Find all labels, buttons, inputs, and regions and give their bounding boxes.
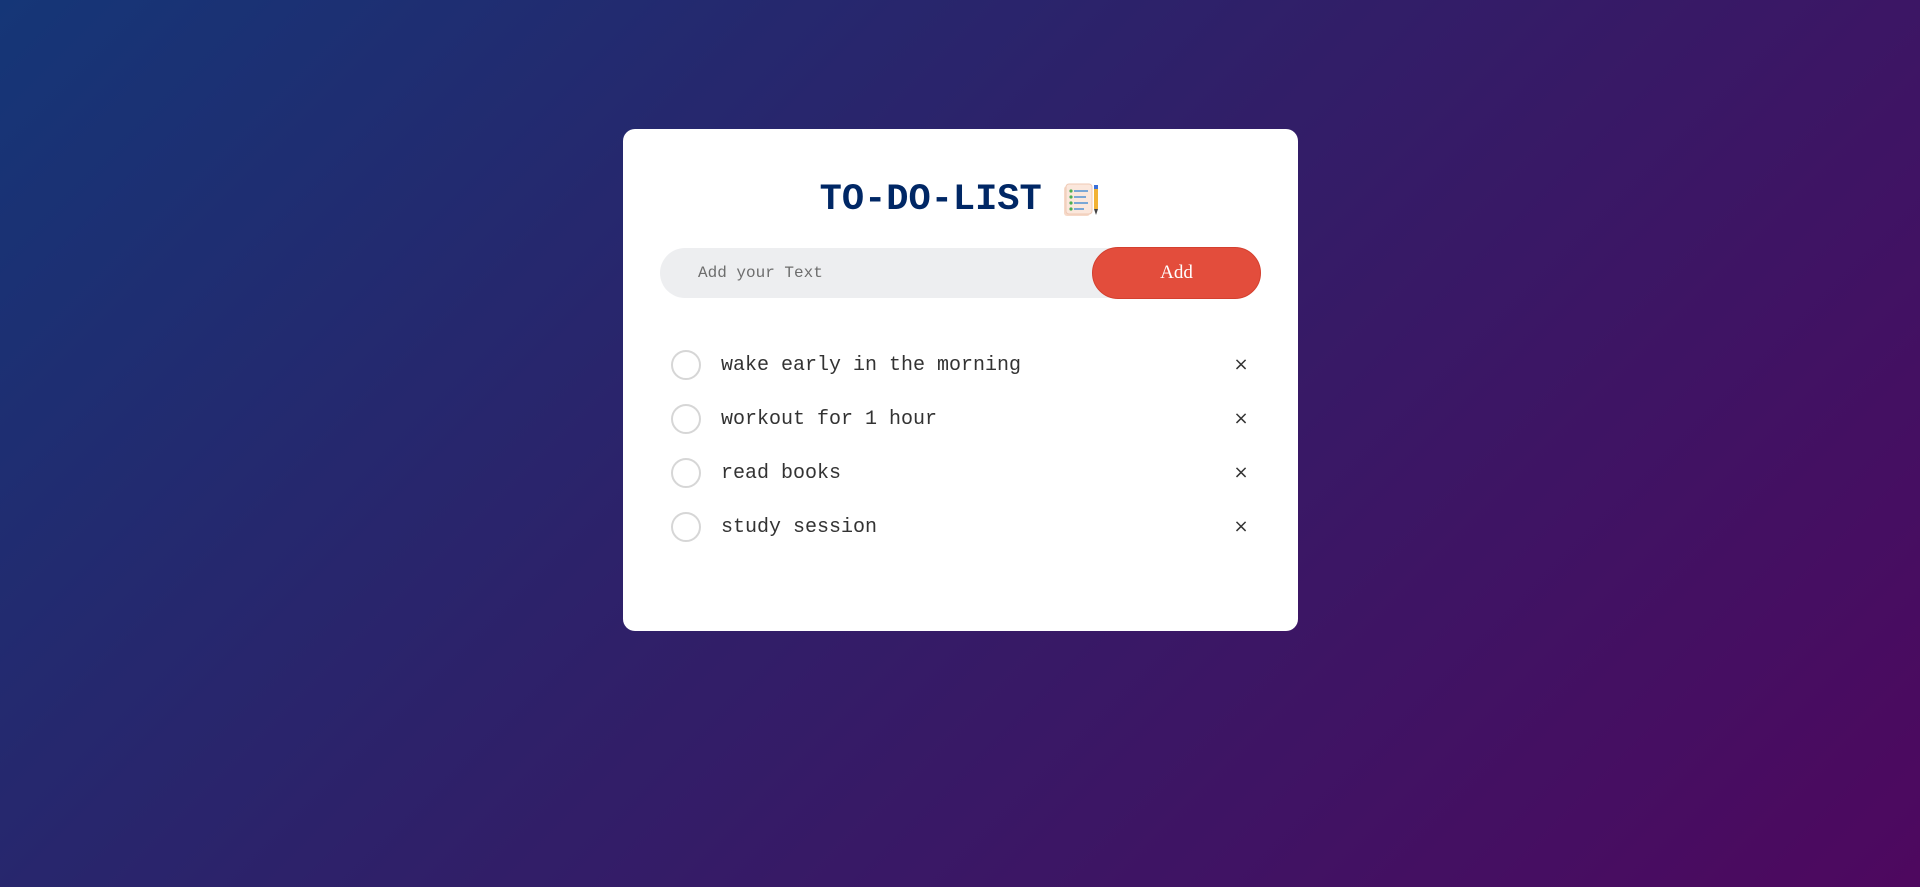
todo-text: workout for 1 hour	[721, 407, 938, 431]
todo-text: read books	[721, 461, 842, 485]
page-title: TO-DO-LIST	[819, 179, 1042, 221]
close-icon[interactable]: ×	[1229, 353, 1253, 377]
task-input[interactable]	[660, 248, 1090, 298]
title-row: TO-DO-LIST	[623, 179, 1298, 229]
add-task-bar: Add	[660, 247, 1261, 299]
todo-text: wake early in the morning	[721, 353, 1022, 377]
notepad-checklist-icon	[1063, 183, 1101, 217]
list-item[interactable]: read books ×	[671, 446, 1271, 500]
close-icon[interactable]: ×	[1229, 461, 1253, 485]
checkbox-circle[interactable]	[671, 458, 701, 488]
list-item[interactable]: study session ×	[671, 500, 1271, 554]
checkbox-circle[interactable]	[671, 350, 701, 380]
list-item[interactable]: wake early in the morning ×	[671, 338, 1271, 392]
add-button[interactable]: Add	[1092, 247, 1261, 299]
list-item[interactable]: workout for 1 hour ×	[671, 392, 1271, 446]
todo-text: study session	[721, 515, 878, 539]
todo-list: wake early in the morning × workout for …	[671, 338, 1271, 554]
checkbox-circle[interactable]	[671, 404, 701, 434]
close-icon[interactable]: ×	[1229, 407, 1253, 431]
close-icon[interactable]: ×	[1229, 515, 1253, 539]
todo-card: TO-DO-LIST Add wak	[623, 129, 1298, 631]
checkbox-circle[interactable]	[671, 512, 701, 542]
